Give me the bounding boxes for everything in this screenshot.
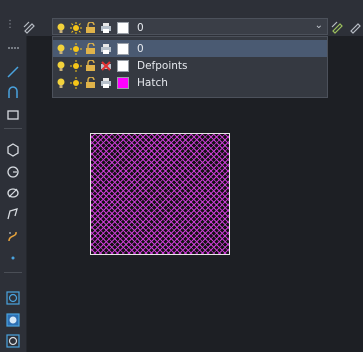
- layer-item-0[interactable]: 0: [53, 40, 327, 57]
- point-icon[interactable]: [5, 250, 21, 266]
- block-icon[interactable]: [5, 290, 21, 306]
- printer-icon[interactable]: [100, 43, 112, 55]
- printer-icon[interactable]: [100, 77, 112, 89]
- arc-icon[interactable]: [5, 84, 21, 100]
- layer-name: 0: [137, 42, 144, 55]
- attribute-icon[interactable]: [5, 333, 21, 349]
- layer-combo[interactable]: 0 ⌄: [52, 18, 328, 35]
- ellipse-icon[interactable]: [5, 185, 21, 201]
- layer-color-swatch: [117, 59, 129, 72]
- sun-icon: [70, 21, 82, 34]
- sun-icon[interactable]: [70, 42, 82, 55]
- layer-edit-icon[interactable]: [22, 19, 38, 35]
- no-plot-icon[interactable]: [100, 60, 112, 72]
- spline-icon[interactable]: [5, 228, 21, 244]
- ellipsis-icon[interactable]: [5, 40, 21, 56]
- layer-color-swatch: [117, 76, 129, 89]
- lightbulb-icon[interactable]: [55, 43, 67, 55]
- lightbulb-icon[interactable]: [55, 60, 67, 72]
- chevron-down-icon[interactable]: ⌄: [315, 20, 323, 31]
- insert-block-icon[interactable]: [5, 312, 21, 328]
- layer-item-defpoints[interactable]: Defpoints: [53, 57, 327, 74]
- polygon-icon[interactable]: [5, 142, 21, 158]
- lightbulb-icon: [55, 22, 67, 34]
- sun-icon[interactable]: [70, 76, 82, 89]
- rectangle-icon[interactable]: [5, 107, 21, 123]
- layer-color-swatch: [117, 42, 129, 55]
- lock-icon[interactable]: [85, 42, 97, 55]
- layer-item-hatch[interactable]: Hatch: [53, 74, 327, 91]
- current-layer-row: 0: [53, 19, 327, 36]
- lock-icon: [85, 21, 97, 34]
- current-layer-name: 0: [137, 21, 144, 34]
- curve-icon[interactable]: [5, 206, 21, 222]
- toolbar-divider: [26, 36, 27, 352]
- layer-states-icon[interactable]: [330, 19, 346, 35]
- lightbulb-icon[interactable]: [55, 77, 67, 89]
- sun-icon[interactable]: [70, 59, 82, 72]
- circle-icon[interactable]: [5, 164, 21, 180]
- line-icon[interactable]: [5, 64, 21, 80]
- layer-name: Defpoints: [137, 59, 188, 72]
- lock-icon[interactable]: [85, 59, 97, 72]
- printer-icon: [100, 22, 112, 34]
- toolbar-separator: [4, 272, 22, 273]
- layer-dropdown: 0 Defpoints Hatch: [52, 36, 328, 98]
- hatch-rectangle[interactable]: [90, 133, 230, 255]
- layer-name: Hatch: [137, 76, 168, 89]
- toolbar-separator: [4, 128, 22, 129]
- grip-icon[interactable]: ⋮: [5, 19, 17, 30]
- ellipsis-icon[interactable]: [348, 19, 363, 35]
- layer-color-swatch: [117, 21, 129, 34]
- lock-icon[interactable]: [85, 76, 97, 89]
